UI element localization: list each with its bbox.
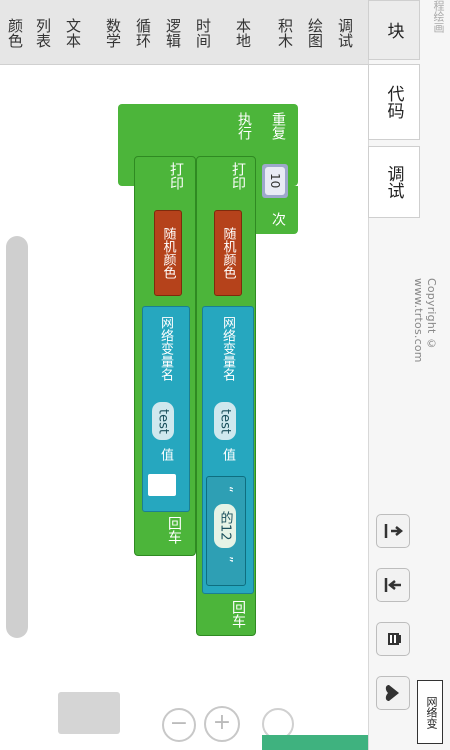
net-var-1-name[interactable]: test [214, 402, 236, 440]
favorite-button[interactable] [376, 676, 410, 710]
net-var-1-value-label: 值 [220, 448, 235, 461]
net-var-2-name[interactable]: test [152, 402, 174, 440]
print-1-label: 打印 [230, 162, 246, 190]
heart-icon [385, 685, 399, 701]
category-blocks[interactable]: 积木 [274, 6, 296, 60]
tab-blocks[interactable]: 块 [368, 0, 420, 60]
net-variable-tag[interactable]: 网络变 [417, 680, 443, 744]
repeat-count-field[interactable]: 10 [265, 167, 285, 195]
trash-icon [388, 633, 401, 645]
bottom-status-strip [262, 735, 368, 750]
category-logic[interactable]: 逻辑 [162, 6, 184, 60]
string-1-value[interactable]: 的12 [214, 504, 236, 548]
close-quote-icon: ” [219, 556, 234, 563]
category-loop[interactable]: 循环 [132, 6, 154, 60]
repeat-do-label: 执行 [236, 112, 252, 140]
print-1-enter-label: 回车 [230, 600, 246, 628]
repeat-label: 重复 [270, 112, 286, 140]
export-icon [384, 524, 403, 538]
import-button[interactable] [376, 568, 410, 602]
open-quote-icon: “ [219, 486, 234, 493]
import-icon [384, 578, 401, 592]
repeat-times-label: 次 [270, 212, 286, 226]
zoom-in-icon[interactable]: + [204, 706, 240, 742]
repeat-count-socket: 10 [262, 164, 288, 198]
net-var-2-value-label: 值 [158, 448, 173, 461]
category-local[interactable]: 本地 [232, 6, 254, 60]
category-math[interactable]: 数学 [102, 6, 124, 60]
category-draw[interactable]: 绘图 [304, 6, 326, 60]
zoom-out-icon[interactable]: − [162, 708, 196, 742]
workspace-scrollbar[interactable] [6, 236, 28, 638]
category-list[interactable]: 列表 [32, 6, 54, 60]
tab-code[interactable]: 代码 [368, 64, 420, 140]
random-color-block-1[interactable]: 随机颜色 [214, 210, 242, 296]
category-color[interactable]: 颜色 [4, 6, 26, 60]
net-var-1-label: 网络变量名 [220, 316, 235, 381]
export-button[interactable] [376, 514, 410, 548]
print-2-label: 打印 [168, 162, 184, 190]
net-var-2-label: 网络变量名 [158, 316, 173, 381]
app-title: 程绘画 [432, 0, 445, 33]
category-time[interactable]: 时间 [192, 6, 214, 60]
category-text[interactable]: 文本 [62, 6, 84, 60]
net-var-2-empty-socket[interactable] [148, 474, 176, 496]
random-color-block-2[interactable]: 随机颜色 [154, 210, 182, 296]
copyright-text: Copyright © www.trtos.com [412, 278, 438, 363]
print-2-enter-label: 回车 [166, 516, 182, 544]
tab-debug[interactable]: 调试 [368, 146, 420, 218]
trash-button[interactable] [376, 622, 410, 656]
category-debug[interactable]: 调试 [334, 6, 356, 60]
workspace-trashcan-icon[interactable] [58, 692, 120, 734]
